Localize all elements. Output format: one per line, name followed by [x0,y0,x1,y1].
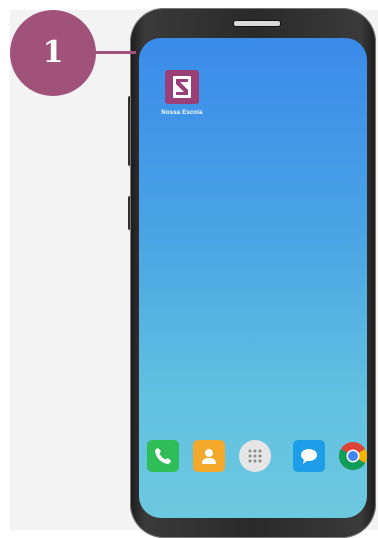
phone-frame: Nossa Escola [130,8,376,538]
earpiece-speaker [233,20,281,27]
phone-bottom-bezel [130,518,376,538]
phone-top-bezel [130,8,376,42]
callout-line [94,51,136,54]
app-drawer-icon[interactable] [239,440,271,472]
app-dock [147,438,367,476]
contacts-icon[interactable] [193,440,225,472]
app-nossa-escola[interactable]: Nossa Escola [151,70,213,116]
step-number-badge: 1 [10,10,96,96]
app-label: Nossa Escola [161,110,203,116]
school-app-icon[interactable] [165,70,199,104]
home-screen: Nossa Escola [139,38,367,518]
phone-icon[interactable] [147,440,179,472]
chrome-icon[interactable] [337,440,367,472]
messages-icon[interactable] [293,440,325,472]
